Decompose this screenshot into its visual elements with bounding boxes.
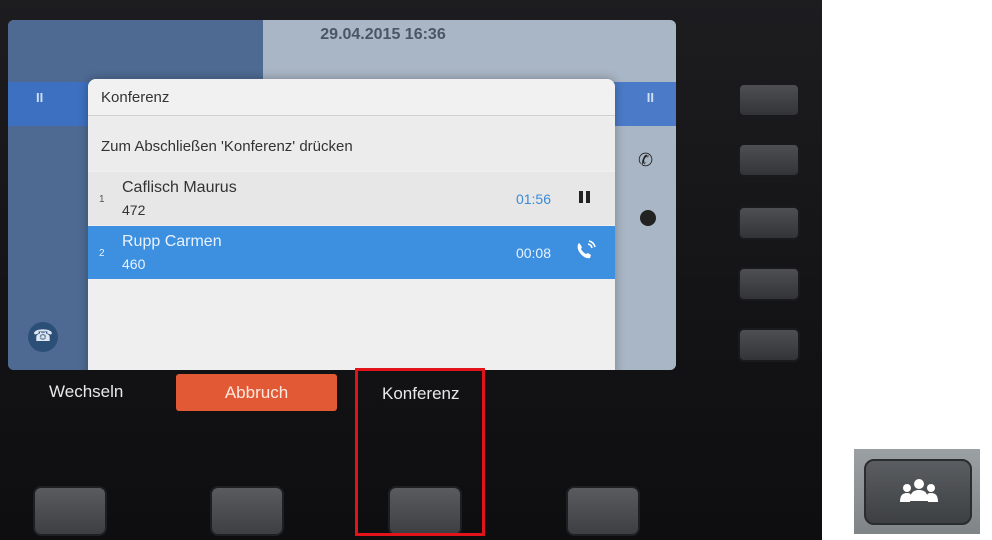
caller-name: Rupp Carmen: [122, 233, 222, 250]
conference-hard-key[interactable]: [864, 459, 972, 525]
pause-icon: [579, 191, 590, 203]
conference-key-inset: [854, 449, 980, 534]
call-index: 2: [99, 248, 105, 259]
caller-name: Caflisch Maurus: [122, 179, 237, 196]
call-duration: 00:08: [515, 245, 551, 261]
line-key-5[interactable]: [738, 328, 800, 362]
softkey-button-2[interactable]: [210, 486, 284, 536]
softkey-button-4[interactable]: [566, 486, 640, 536]
dialog-instruction: Zum Abschließen 'Konferenz' drücken: [88, 117, 615, 170]
phone-icon: ✆: [638, 150, 654, 170]
softkey-wechseln-label[interactable]: Wechseln: [49, 382, 123, 402]
softkey-button-1[interactable]: [33, 486, 107, 536]
call-row-rupp[interactable]: 2 Rupp Carmen 460 00:08: [88, 226, 615, 279]
konferenz-highlight-frame: [355, 368, 485, 536]
active-call-icon: [577, 240, 596, 259]
dialog-title: Konferenz: [88, 79, 615, 116]
line-key-4[interactable]: [738, 267, 800, 301]
line-key-3[interactable]: [738, 206, 800, 240]
caller-number: 460: [122, 256, 146, 272]
softkey-abbruch-button[interactable]: Abbruch: [176, 374, 337, 411]
background-pause-icon-right: II: [646, 90, 654, 105]
conference-dialog: Konferenz Zum Abschließen 'Konferenz' dr…: [88, 79, 615, 370]
line-key-2[interactable]: [738, 143, 800, 177]
conference-icon: [900, 479, 938, 502]
background-pause-icon: II: [36, 90, 44, 105]
status-dot-icon: [640, 210, 656, 226]
call-index: 1: [99, 194, 105, 205]
ip-phone: 29.04.2015 16:36 II II ✆ ☎ Konferenz Zum…: [0, 0, 822, 540]
line-key-1[interactable]: [738, 83, 800, 117]
hold-handset-icon[interactable]: ☎: [28, 322, 58, 352]
phone-screen: 29.04.2015 16:36 II II ✆ ☎ Konferenz Zum…: [8, 20, 676, 370]
caller-number: 472: [122, 202, 146, 218]
call-duration: 01:56: [515, 191, 551, 207]
datetime-header: 29.04.2015 16:36: [320, 26, 446, 43]
call-row-caflisch[interactable]: 1 Caflisch Maurus 472 01:56: [88, 172, 615, 225]
